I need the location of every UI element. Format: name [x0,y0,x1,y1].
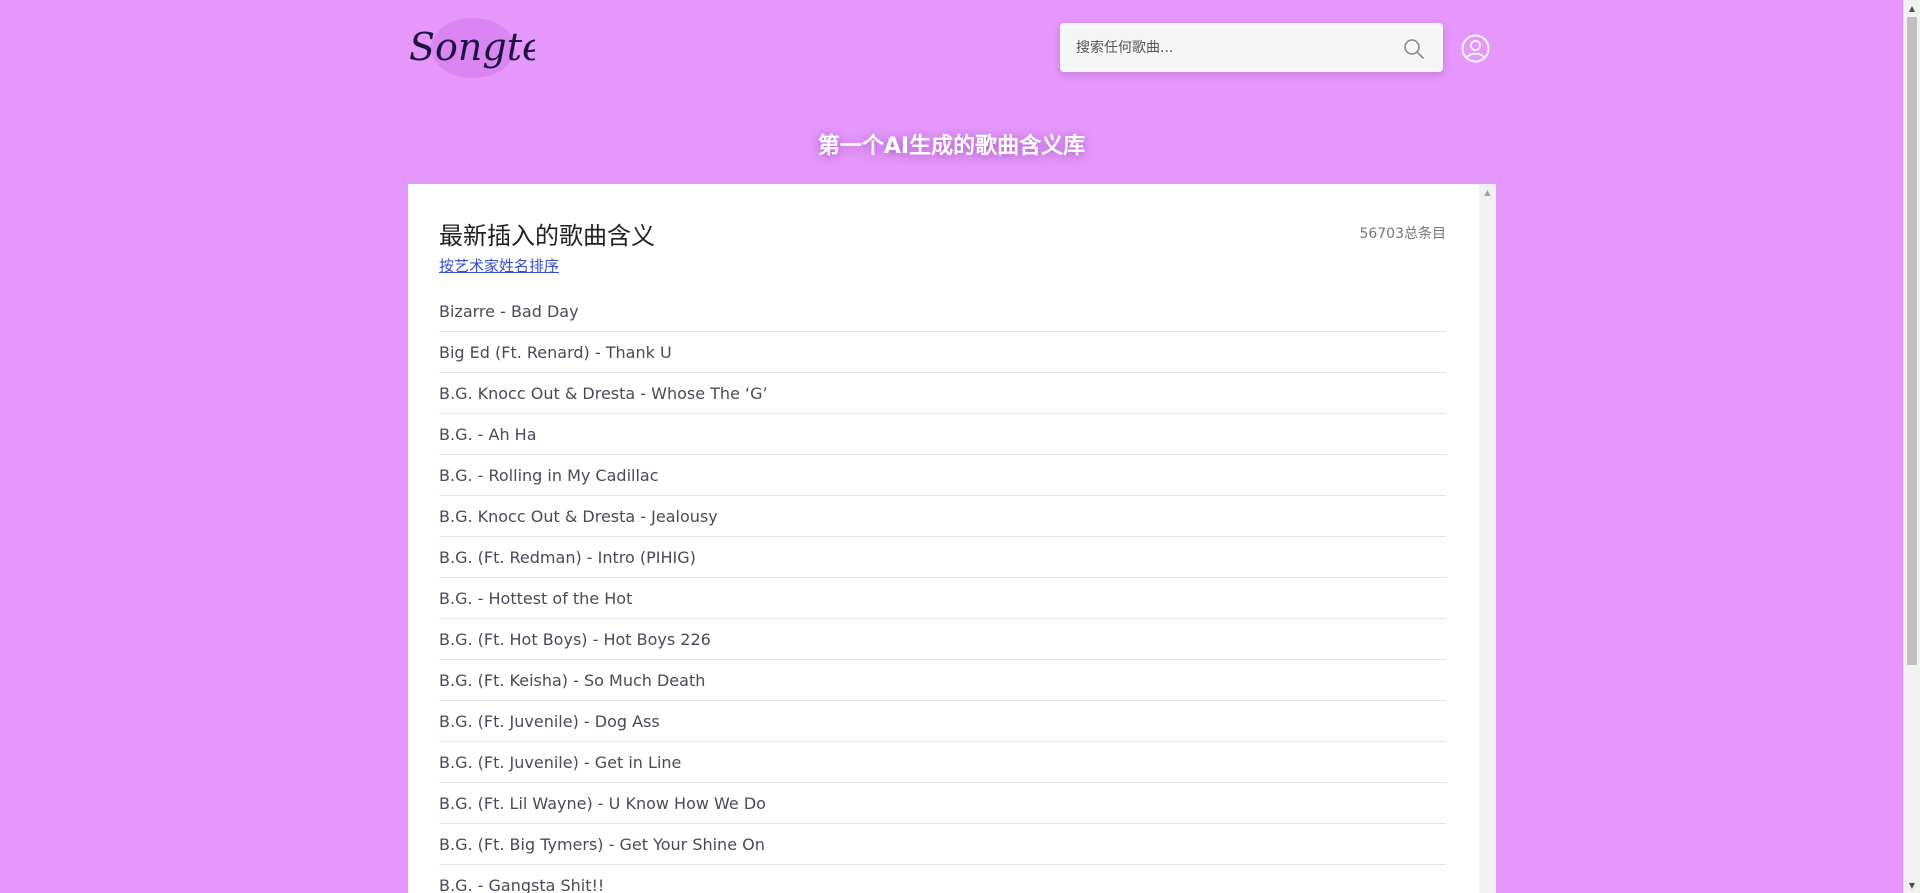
search-input[interactable] [1060,23,1380,72]
song-list-item[interactable]: B.G. (Ft. Keisha) - So Much Death [439,660,1446,701]
song-list-item[interactable]: B.G. (Ft. Big Tymers) - Get Your Shine O… [439,824,1446,865]
song-link[interactable]: B.G. - Gangsta Shit!! [439,876,604,893]
song-link[interactable]: B.G. (Ft. Big Tymers) - Get Your Shine O… [439,835,765,854]
song-link[interactable]: B.G. (Ft. Juvenile) - Dog Ass [439,712,660,731]
song-list-item[interactable]: B.G. - Rolling in My Cadillac [439,455,1446,496]
song-list-item[interactable]: B.G. - Gangsta Shit!! [439,865,1446,893]
song-list-item[interactable]: Big Ed (Ft. Renard) - Thank U [439,332,1446,373]
scroll-down-arrow-icon[interactable]: ▼ [1904,877,1920,893]
search-box [1060,23,1443,72]
song-link[interactable]: B.G. (Ft. Juvenile) - Get in Line [439,753,681,772]
page-scrollbar[interactable]: ▲ ▼ [1903,0,1920,893]
song-list-item[interactable]: B.G. (Ft. Redman) - Intro (PIHIG) [439,537,1446,578]
song-link[interactable]: B.G. - Hottest of the Hot [439,589,632,608]
song-link[interactable]: B.G. - Ah Ha [439,425,537,444]
song-list-item[interactable]: B.G. - Ah Ha [439,414,1446,455]
song-link[interactable]: B.G. (Ft. Keisha) - So Much Death [439,671,705,690]
sort-by-artist-link[interactable]: 按艺术家姓名排序 [439,255,559,276]
scroll-up-arrow-icon[interactable]: ▲ [1904,0,1920,16]
latest-song-meanings-panel: 最新插入的歌曲含义 56703总条目 按艺术家姓名排序 Bizarre - Ba… [408,184,1496,893]
song-list-item[interactable]: Bizarre - Bad Day [439,291,1446,332]
song-link[interactable]: B.G. Knocc Out & Dresta - Whose The ‘G’ [439,384,768,403]
logo-text: Songtell [409,25,535,69]
song-list-item[interactable]: B.G. Knocc Out & Dresta - Jealousy [439,496,1446,537]
song-link[interactable]: B.G. (Ft. Hot Boys) - Hot Boys 226 [439,630,711,649]
panel-scrollbar[interactable]: ▲ [1479,184,1496,893]
song-link[interactable]: Bizarre - Bad Day [439,302,579,321]
song-list-item[interactable]: B.G. Knocc Out & Dresta - Whose The ‘G’ [439,373,1446,414]
search-icon[interactable] [1403,38,1425,60]
song-list-item[interactable]: B.G. (Ft. Juvenile) - Dog Ass [439,701,1446,742]
song-list-item[interactable]: B.G. - Hottest of the Hot [439,578,1446,619]
songtell-logo[interactable]: Songtell [405,12,569,82]
song-list-item[interactable]: B.G. (Ft. Juvenile) - Get in Line [439,742,1446,783]
logo-image: Songtell [409,18,569,78]
song-link[interactable]: B.G. (Ft. Lil Wayne) - U Know How We Do [439,794,766,813]
song-link[interactable]: B.G. - Rolling in My Cadillac [439,466,659,485]
song-link[interactable]: B.G. Knocc Out & Dresta - Jealousy [439,507,718,526]
song-list-item[interactable]: B.G. (Ft. Hot Boys) - Hot Boys 226 [439,619,1446,660]
scrollbar-thumb[interactable] [1907,17,1917,665]
song-list-item[interactable]: B.G. (Ft. Lil Wayne) - U Know How We Do [439,783,1446,824]
total-count: 56703总条目 [1359,226,1446,242]
scroll-up-arrow-icon[interactable]: ▲ [1479,184,1496,201]
user-account-icon[interactable] [1461,34,1490,63]
song-list: Bizarre - Bad Day Big Ed (Ft. Renard) - … [439,291,1446,893]
page-tagline: 第一个AI生成的歌曲含义库 [817,134,1086,159]
song-link[interactable]: B.G. (Ft. Redman) - Intro (PIHIG) [439,548,696,567]
song-link[interactable]: Big Ed (Ft. Renard) - Thank U [439,343,672,362]
panel-title: 最新插入的歌曲含义 [439,222,655,250]
